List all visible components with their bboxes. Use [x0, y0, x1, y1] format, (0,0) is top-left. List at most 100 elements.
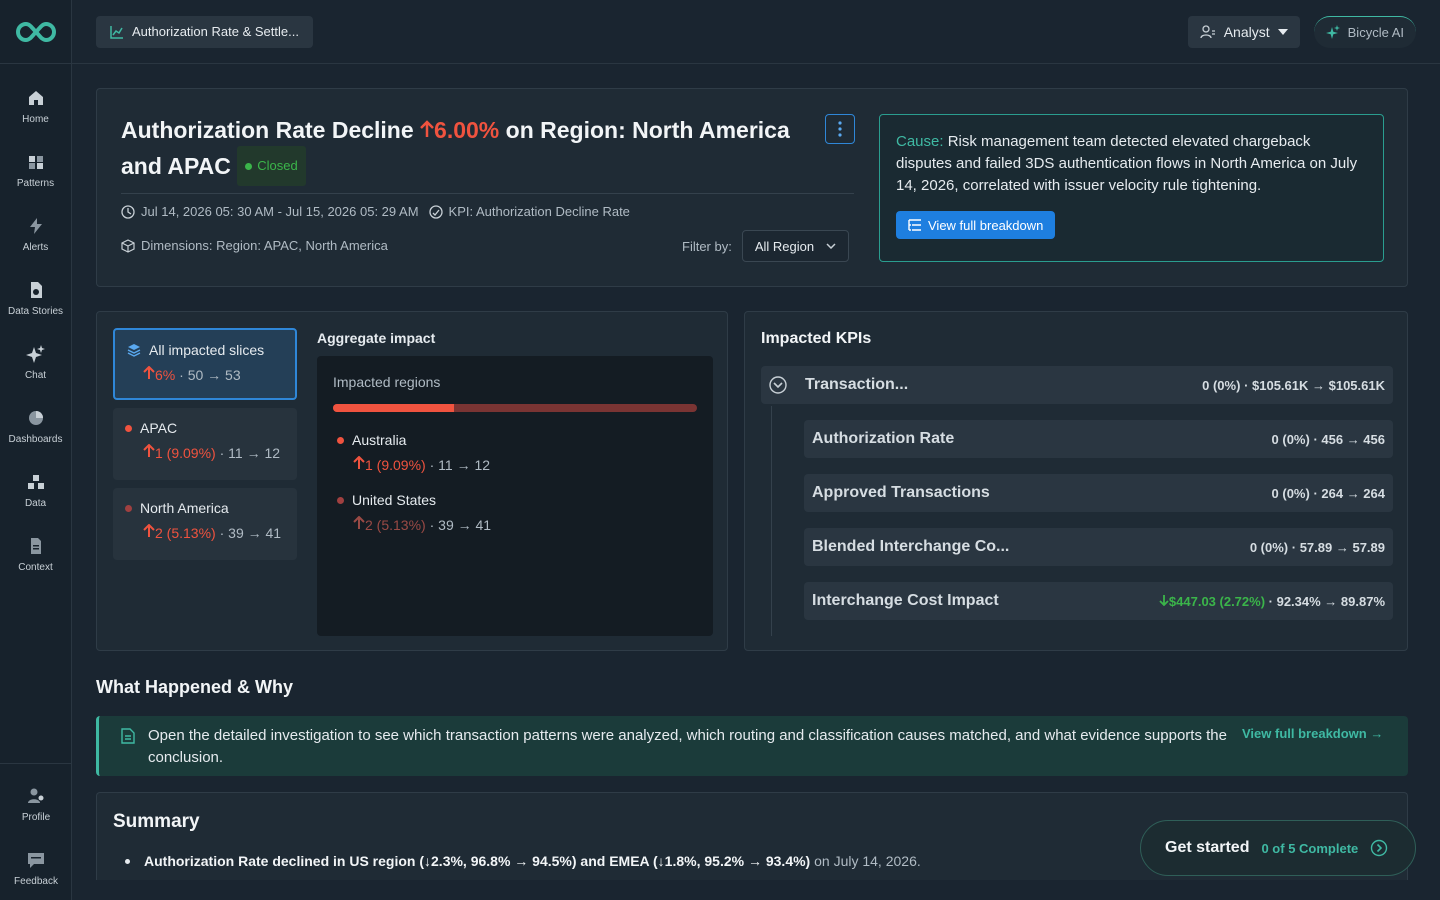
- view-full-breakdown-button[interactable]: View full breakdown: [896, 211, 1056, 239]
- clock-icon: [121, 204, 135, 219]
- sidebar-item-dashboards[interactable]: Dashboards: [0, 394, 71, 458]
- separator: ·: [179, 367, 188, 383]
- sidebar-item-label: Profile: [21, 811, 51, 823]
- patterns-icon: [28, 155, 43, 169]
- role-selector[interactable]: Analyst: [1187, 15, 1300, 48]
- document-icon: [121, 728, 135, 744]
- sidebar: Home Patterns Alerts Data Stories Chat D…: [0, 0, 72, 900]
- separator: ·: [1244, 377, 1253, 393]
- logo[interactable]: [0, 0, 71, 64]
- sidebar-item-label: Context: [18, 561, 53, 573]
- time-range: Jul 14, 2026 05: 30 AM - Jul 15, 2026 05…: [121, 204, 630, 219]
- chevron-circle-down-icon[interactable]: [769, 376, 787, 394]
- kpi-row-interchange-cost-impact[interactable]: Interchange Cost Impact $447.03 (2.72%) …: [804, 582, 1393, 620]
- separator: ·: [429, 457, 439, 473]
- slice-values: 11 → 12: [228, 445, 281, 461]
- bicycle-ai-button[interactable]: Bicycle AI: [1313, 15, 1416, 48]
- aggregate-impact-panel: Impacted regions Australia 1 (9.09%) · 1…: [317, 356, 713, 636]
- sidebar-bottom: Profile Feedback: [0, 763, 72, 900]
- sidebar-item-data[interactable]: Data: [0, 458, 71, 522]
- sidebar-item-patterns[interactable]: Patterns: [0, 138, 71, 202]
- sidebar-item-home[interactable]: Home: [0, 74, 71, 138]
- separator: ·: [219, 525, 229, 541]
- get-started-progress: 0 of 5 Complete: [1261, 840, 1359, 856]
- kpi-name: Authorization Rate: [812, 430, 955, 447]
- file-text-icon: [30, 537, 41, 554]
- pie-chart-icon: [28, 410, 43, 425]
- report-tab[interactable]: Authorization Rate & Settle...: [96, 15, 313, 48]
- banner-text: Open the detailed investigation to see w…: [148, 727, 1227, 766]
- slice-all-impacted[interactable]: All impacted slices 6% · 50 → 53: [113, 328, 297, 400]
- slice-change: 1 (9.09%): [155, 445, 216, 461]
- document-icon: [30, 281, 42, 298]
- kebab-menu-icon: [838, 121, 842, 137]
- slice-title: APAC: [140, 420, 178, 436]
- kpi-name: Blended Interchange Co...: [812, 538, 1010, 555]
- kpi-row-authorization-rate[interactable]: Authorization Rate 0 (0%) · 456 → 456: [804, 420, 1393, 458]
- region-item-united-states[interactable]: United States 2 (5.13%) · 39 → 41: [337, 492, 491, 533]
- sidebar-item-profile[interactable]: Profile: [0, 772, 72, 836]
- sidebar-item-label: Feedback: [14, 875, 58, 887]
- slice-change: 2 (5.13%): [155, 525, 216, 541]
- alert-title: Authorization Rate Decline 6.00% on Regi…: [121, 112, 811, 188]
- arrow-up-icon: [143, 443, 155, 457]
- sidebar-item-data-stories[interactable]: Data Stories: [0, 266, 71, 330]
- get-started-widget[interactable]: Get started 0 of 5 Complete: [1140, 820, 1416, 876]
- sidebar-item-label: Dashboards: [8, 433, 63, 445]
- divider: [121, 193, 854, 194]
- investigation-banner: Open the detailed investigation to see w…: [96, 716, 1408, 776]
- slice-north-america[interactable]: North America 2 (5.13%) · 39 → 41: [113, 488, 297, 560]
- filter-label: Filter by:: [682, 238, 732, 254]
- tree-line: [771, 406, 772, 636]
- sidebar-item-label: Home: [22, 113, 49, 125]
- slice-apac[interactable]: APAC 1 (9.09%) · 11 → 12: [113, 408, 297, 480]
- home-icon: [28, 90, 43, 105]
- what-happened-title: What Happened & Why: [96, 677, 293, 697]
- title-change: 6.00%: [420, 117, 506, 143]
- region-change: 2 (5.13%): [365, 517, 426, 533]
- arrow-up-icon: [353, 455, 365, 469]
- cause-box: Cause: Risk management team detected ele…: [879, 114, 1384, 262]
- separator: ·: [1288, 539, 1300, 555]
- sidebar-item-alerts[interactable]: Alerts: [0, 202, 71, 266]
- impacted-regions-label: Impacted regions: [333, 374, 441, 390]
- kpi-row-blended-interchange[interactable]: Blended Interchange Co... 0 (0%) · 57.89…: [804, 528, 1393, 566]
- slice-title: North America: [140, 500, 229, 516]
- aggregate-impact-title: Aggregate impact: [317, 330, 436, 346]
- dimensions: Dimensions: Region: APAC, North America: [121, 238, 388, 253]
- list-tree-icon: [908, 219, 921, 231]
- kpi-row-approved-transactions[interactable]: Approved Transactions 0 (0%) · 264 → 264: [804, 474, 1393, 512]
- region-filter-select[interactable]: All Region: [741, 230, 850, 262]
- separator: ·: [429, 517, 439, 533]
- status-dot: [245, 162, 253, 170]
- kpi-gauge-icon: [428, 204, 443, 219]
- arrow-up-icon: [143, 523, 155, 537]
- sidebar-item-context[interactable]: Context: [0, 522, 71, 586]
- ai-label: Bicycle AI: [1347, 24, 1404, 40]
- get-started-label: Get started: [1165, 839, 1250, 856]
- region-values: 11 → 12: [438, 457, 491, 473]
- user-gear-icon: [28, 788, 44, 803]
- slice-values: 50 → 53: [187, 367, 241, 383]
- lightning-icon: [29, 217, 42, 234]
- arrow-down-icon: [1159, 594, 1169, 606]
- topbar-actions: Analyst Bicycle AI: [1187, 15, 1416, 48]
- kpi-name: Interchange Cost Impact: [812, 592, 999, 609]
- more-options-button[interactable]: [825, 114, 855, 144]
- sidebar-item-feedback[interactable]: Feedback: [0, 836, 72, 900]
- layers-icon: [127, 344, 141, 357]
- kpi-row-parent[interactable]: Transaction... 0 (0%) · $105.61K → $105.…: [761, 366, 1393, 404]
- impact-bar: [333, 404, 697, 412]
- data-blocks-icon: [27, 474, 44, 489]
- sidebar-item-label: Data Stories: [7, 305, 64, 317]
- summary-bullet: Authorization Rate declined in US region…: [125, 853, 921, 869]
- sidebar-item-chat[interactable]: Chat: [0, 330, 71, 394]
- sidebar-item-label: Chat: [24, 369, 47, 381]
- banner-view-full-breakdown-link[interactable]: View full breakdown →: [1242, 726, 1383, 741]
- region-item-australia[interactable]: Australia 1 (9.09%) · 11 → 12: [337, 432, 490, 473]
- slices-card: All impacted slices 6% · 50 → 53 APAC 1 …: [96, 311, 728, 651]
- dark-red-dot: [337, 496, 344, 504]
- message-icon: [28, 852, 44, 868]
- caret-down-icon: [1277, 28, 1288, 35]
- sidebar-item-label: Patterns: [16, 177, 55, 189]
